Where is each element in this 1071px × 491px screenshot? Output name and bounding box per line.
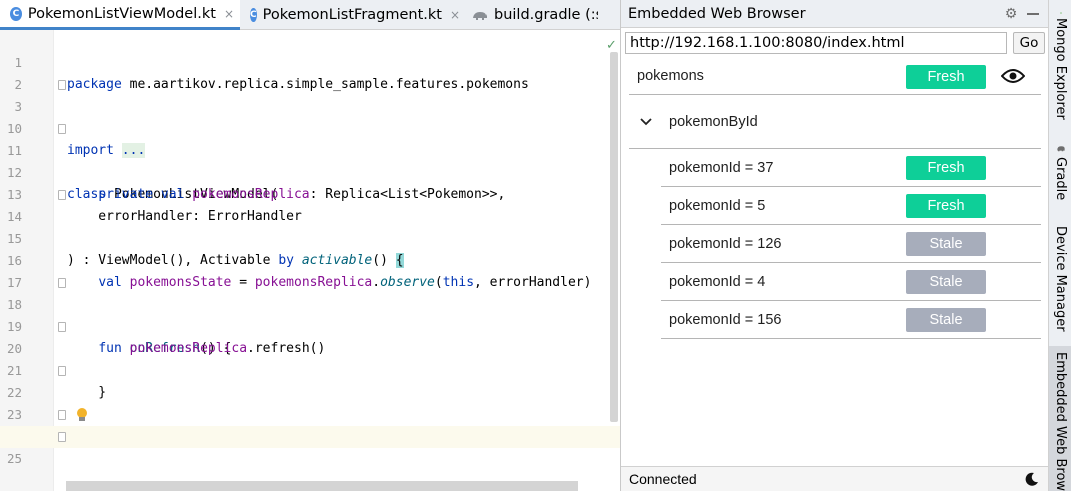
panel-title: Embedded Web Browser <box>628 5 806 22</box>
divider <box>661 224 1041 225</box>
gradle-elephant-icon <box>1056 146 1065 152</box>
url-input[interactable]: http://192.168.1.100:8080/index.html <box>625 32 1007 54</box>
vertical-scrollbar[interactable] <box>610 52 618 422</box>
code-editor[interactable]: C PokemonListViewModel.kt × C PokemonLis… <box>0 0 620 491</box>
editor-tab-bar: C PokemonListViewModel.kt × C PokemonLis… <box>0 0 620 30</box>
inspection-ok-icon[interactable]: ✓ <box>606 38 617 53</box>
status-badge: Stale <box>906 270 986 294</box>
status-badge: Fresh <box>906 65 986 89</box>
tab-build-gradle[interactable]: build.gradle (:s <box>462 0 598 30</box>
gradle-elephant-icon <box>472 9 488 21</box>
code-line: 16 val pokemonsState = pokemonsReplica.o… <box>0 228 620 290</box>
fold-marker-icon[interactable] <box>58 80 66 90</box>
go-button[interactable]: Go <box>1013 32 1045 54</box>
tool-tab-embedded-web-browser[interactable]: Embedded Web Browser <box>1049 346 1071 491</box>
keyed-replica-label[interactable]: pokemonId = 5 <box>669 196 765 216</box>
fold-marker-icon[interactable] <box>58 190 66 200</box>
keyed-replica-label[interactable]: pokemonId = 126 <box>669 234 781 254</box>
tab-label: build.gradle (:s <box>494 7 598 23</box>
embedded-web-browser-panel: Embedded Web Browser ⚙ http://192.168.1.… <box>620 0 1049 491</box>
kotlin-class-icon: C <box>250 8 257 22</box>
gear-icon[interactable]: ⚙ <box>1003 6 1019 22</box>
code-line: 17 <box>0 250 620 290</box>
keyed-replica-label[interactable]: pokemonId = 156 <box>669 310 781 330</box>
code-line: 1 package me.aartikov.replica.simple_sam… <box>0 30 620 92</box>
fold-marker-icon[interactable] <box>58 322 66 332</box>
divider <box>661 262 1041 263</box>
fold-marker-icon[interactable] <box>58 366 66 376</box>
code-line: 15 <box>0 206 620 246</box>
keyed-replica-label[interactable]: pokemonId = 4 <box>669 272 765 292</box>
eye-icon[interactable] <box>1001 67 1025 85</box>
fold-marker-icon[interactable] <box>58 124 66 134</box>
status-badge: Stale <box>906 308 986 332</box>
panel-header: Embedded Web Browser ⚙ <box>621 0 1048 28</box>
browser-status-bar: Connected <box>621 466 1049 491</box>
code-area[interactable]: 1 package me.aartikov.replica.simple_sam… <box>0 30 620 491</box>
tool-tab-label: Embedded Web Browser <box>1053 352 1068 491</box>
close-icon[interactable]: × <box>450 8 460 22</box>
code-line: 18 fun onRefresh() { <box>0 272 620 356</box>
tab-pokemon-list-view-model[interactable]: C PokemonListViewModel.kt × <box>0 0 240 30</box>
code-line: 12 private val pokemonsReplica: Replica<… <box>0 140 620 202</box>
divider <box>629 94 1041 95</box>
status-badge: Fresh <box>906 156 986 180</box>
divider <box>629 148 1041 149</box>
divider <box>661 300 1041 301</box>
divider <box>661 338 1041 339</box>
code-line: 23 pokemonsReplica.refresh() <box>0 382 620 444</box>
minimize-icon[interactable] <box>1027 13 1039 15</box>
code-line: 24 } <box>0 404 620 444</box>
code-line: 13 errorHandler: ErrorHandler <box>0 162 620 224</box>
replica-group-name[interactable]: pokemonById <box>669 112 758 132</box>
tool-tab-label: Mongo Explorer <box>1053 18 1068 120</box>
right-tool-window-strip: Mongo Explorer Gradle Device Manager Emb… <box>1048 0 1071 491</box>
code-line: 21 <box>0 338 620 378</box>
close-icon[interactable]: × <box>224 7 234 21</box>
tool-tab-device-manager[interactable]: Device Manager <box>1049 218 1071 332</box>
code-line: 10 <box>0 96 620 136</box>
horizontal-scrollbar[interactable] <box>66 481 578 491</box>
tab-label: PokemonListFragment.kt <box>262 7 442 23</box>
fold-marker-icon[interactable] <box>58 432 66 442</box>
status-badge: Fresh <box>906 194 986 218</box>
chevron-down-icon[interactable] <box>640 117 652 127</box>
code-line: 2 <box>0 52 620 92</box>
code-line: 11 class PokemonListViewModel( <box>0 118 620 202</box>
divider <box>661 186 1041 187</box>
code-line: 3 import ... <box>0 74 620 158</box>
code-line: 14 ) : ViewModel(), Activable by activab… <box>0 184 620 268</box>
code-line: 19 pokemonsReplica.refresh() <box>0 294 620 356</box>
lightbulb-icon[interactable] <box>76 408 88 422</box>
code-line: 20 } <box>0 316 620 400</box>
tool-tab-label: Gradle <box>1053 156 1068 200</box>
tab-pokemon-list-fragment[interactable]: C PokemonListFragment.kt × <box>240 0 462 30</box>
tool-tab-gradle[interactable]: Gradle <box>1049 140 1071 200</box>
keyed-replica-label[interactable]: pokemonId = 37 <box>669 158 773 178</box>
status-badge: Stale <box>906 232 986 256</box>
tool-tab-label: Device Manager <box>1053 226 1068 332</box>
replica-name[interactable]: pokemons <box>637 66 704 86</box>
fold-marker-icon[interactable] <box>58 278 66 288</box>
tool-tab-mongo-explorer[interactable]: Mongo Explorer <box>1049 8 1071 120</box>
dark-mode-moon-icon[interactable] <box>1025 472 1039 486</box>
line-number: 25 <box>6 451 22 466</box>
code-line: 22 fun onRetryClick() { <box>0 360 620 444</box>
connection-status: Connected <box>629 471 697 487</box>
tab-label: PokemonListViewModel.kt <box>27 5 216 22</box>
code-line-current: 25 } <box>0 426 620 466</box>
mongo-leaf-icon <box>1060 12 1061 15</box>
fold-marker-icon[interactable] <box>58 410 66 420</box>
kotlin-class-icon: C <box>10 6 22 21</box>
